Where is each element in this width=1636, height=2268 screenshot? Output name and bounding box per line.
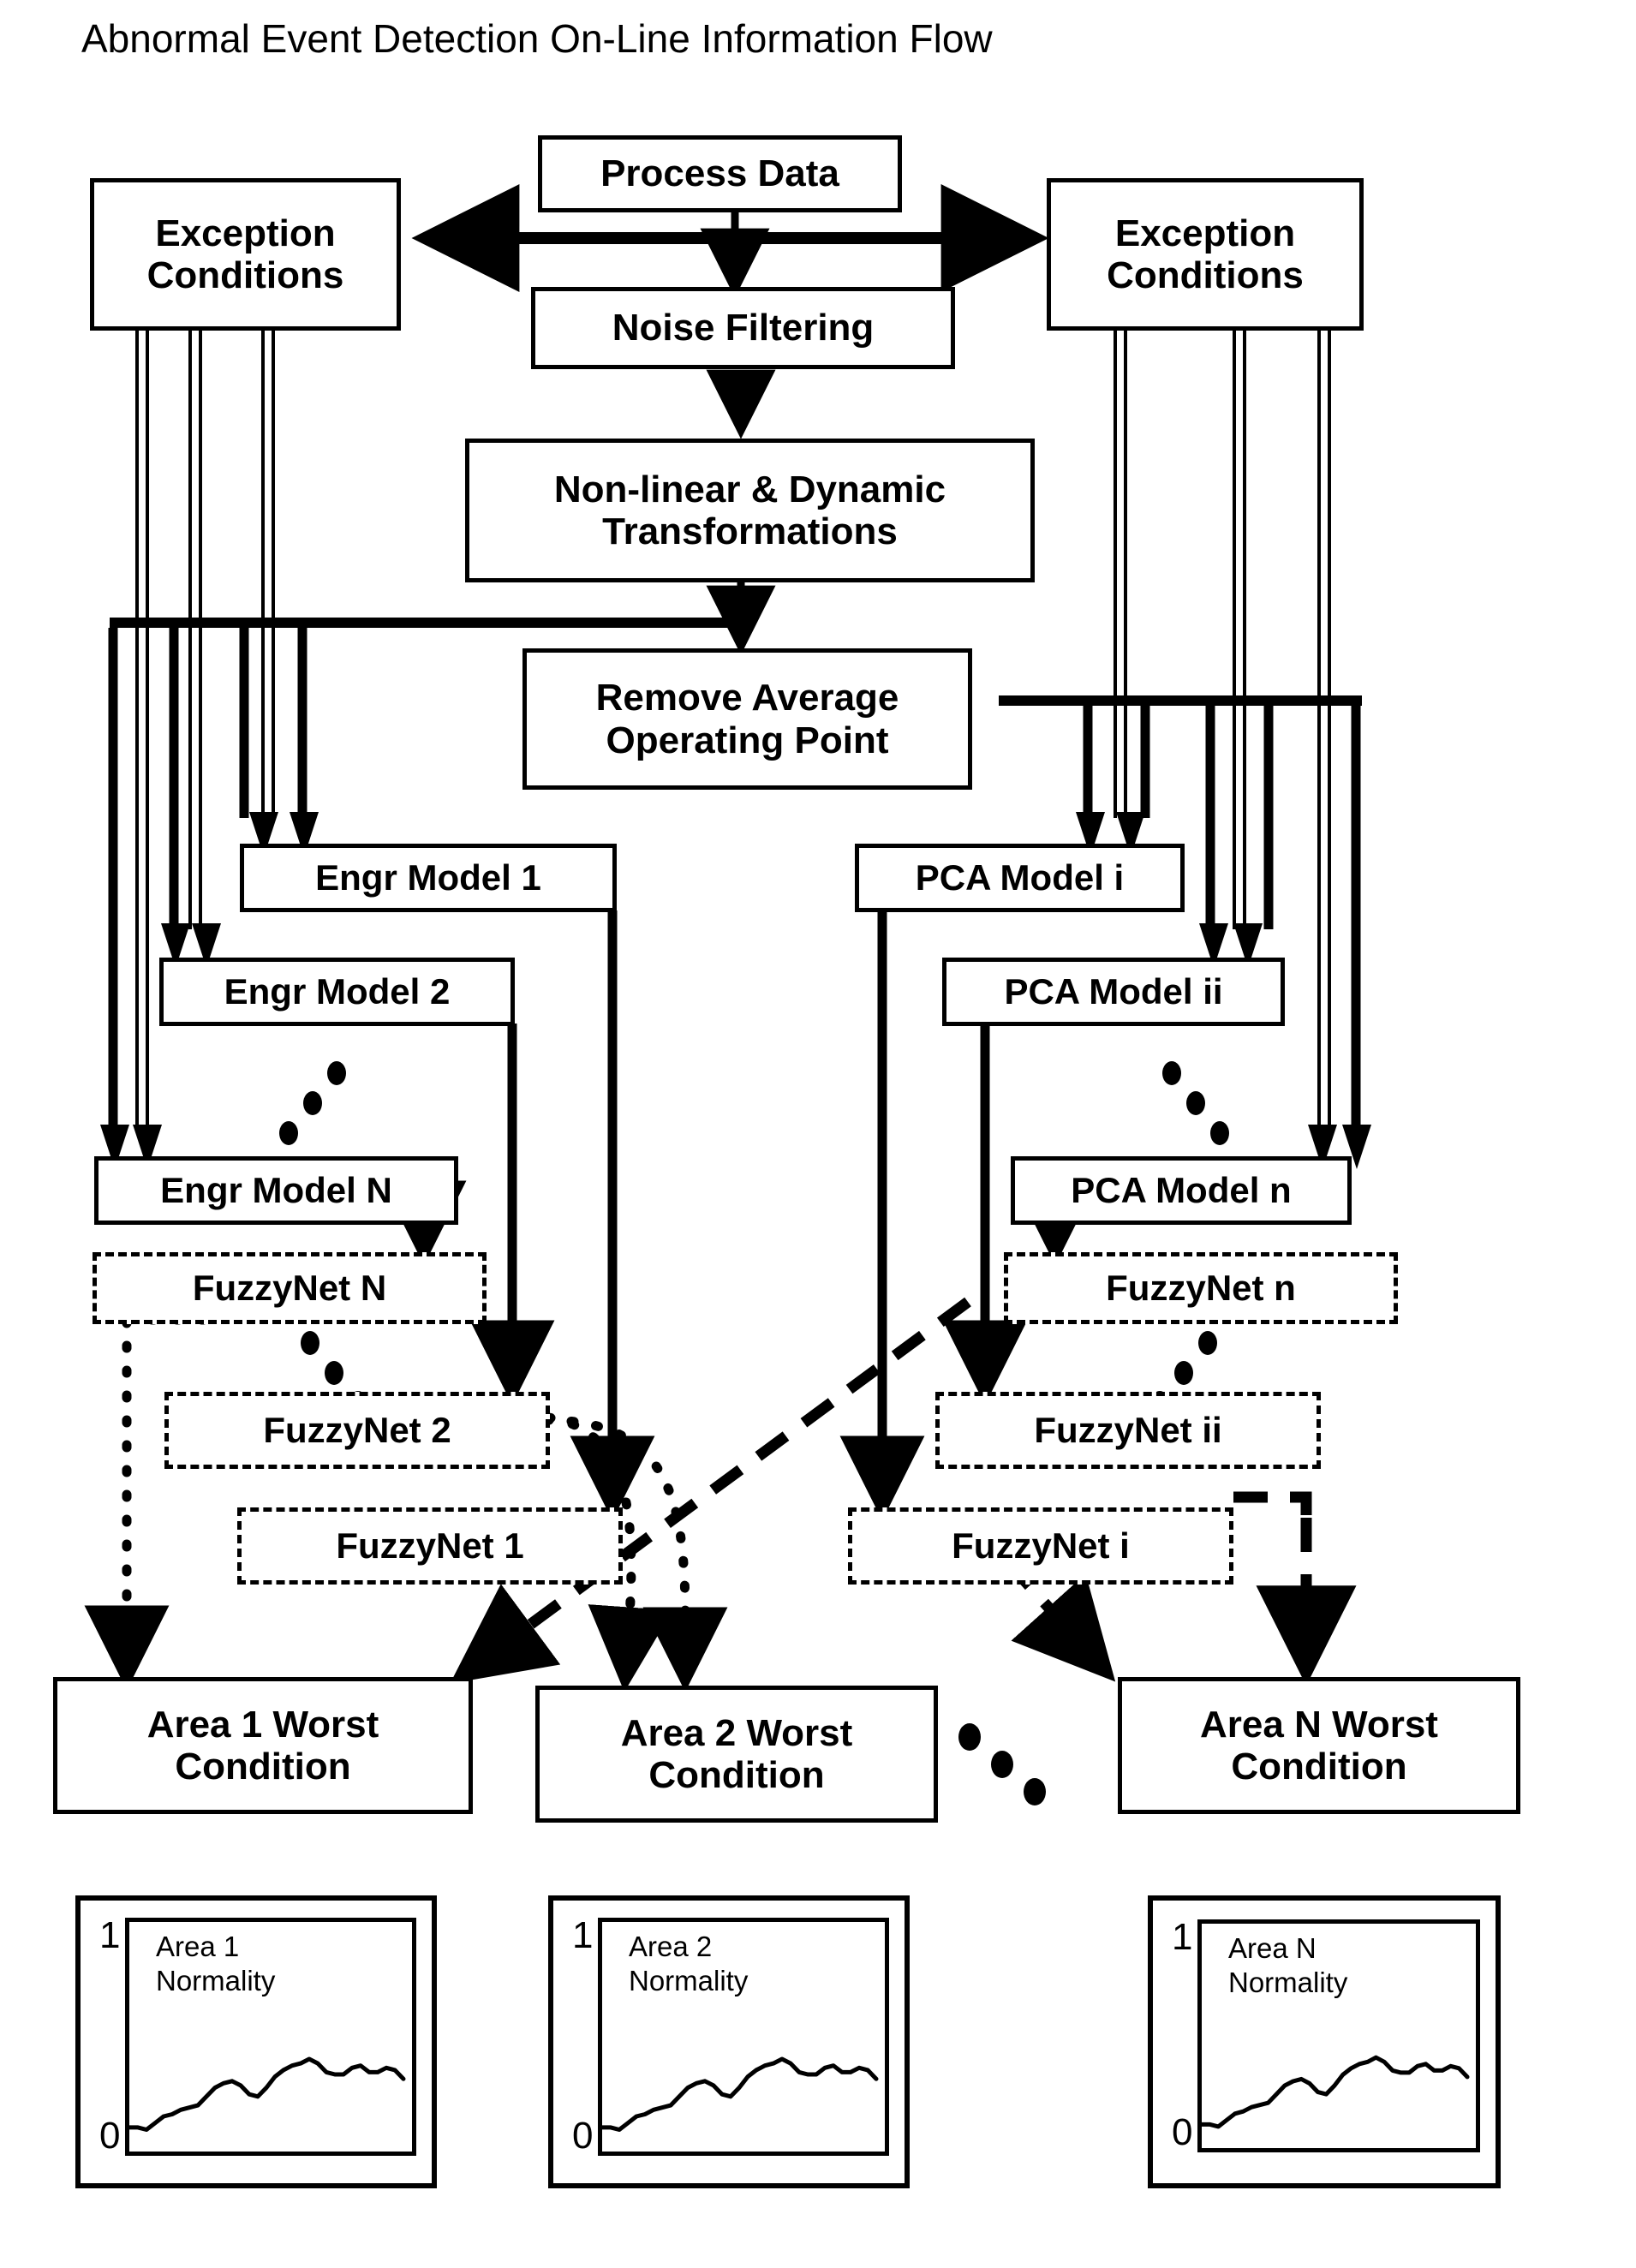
diagram-canvas: Abnormal Event Detection On-Line Informa… [0, 0, 1636, 2268]
box-fuzzynet-1-label: FuzzyNet 1 [336, 1525, 524, 1567]
chart-area-n-y-top-label: 1 [1172, 1916, 1193, 1958]
box-area-1-worst-condition[interactable]: Area 1 Worst Condition [53, 1677, 473, 1814]
box-exception-conditions-left[interactable]: Exception Conditions [90, 178, 401, 331]
chart-area-2-caption: Area 2 Normality [629, 1931, 749, 1996]
box-fuzzynet-2-label: FuzzyNet 2 [263, 1410, 451, 1451]
box-engr-model-2-label: Engr Model 2 [224, 971, 451, 1012]
chart-area-n-caption: Area N Normality [1228, 1932, 1348, 1998]
box-engr-model-1-label: Engr Model 1 [315, 857, 541, 898]
box-remove-average-label: Remove Average Operating Point [595, 677, 899, 761]
box-area-2-worst-condition-label: Area 2 Worst Condition [620, 1711, 853, 1796]
box-engr-model-1[interactable]: Engr Model 1 [240, 844, 617, 912]
box-noise-filtering-label: Noise Filtering [612, 307, 875, 349]
box-exception-conditions-right-label: Exception Conditions [1107, 212, 1304, 296]
box-exception-conditions-right[interactable]: Exception Conditions [1047, 178, 1364, 331]
box-engr-model-2[interactable]: Engr Model 2 [159, 958, 515, 1026]
box-pca-model-i[interactable]: PCA Model i [855, 844, 1185, 912]
box-pca-model-ii-label: PCA Model ii [1004, 971, 1223, 1012]
box-transformations-label: Non-linear & Dynamic Transformations [553, 468, 946, 552]
chart-area-1-y-top-label: 1 [99, 1914, 121, 1956]
box-fuzzynet-N-label: FuzzyNet N [192, 1268, 387, 1309]
box-fuzzynet-i[interactable]: FuzzyNet i [848, 1507, 1233, 1585]
box-fuzzynet-N[interactable]: FuzzyNet N [93, 1252, 487, 1324]
box-process-data-label: Process Data [600, 152, 839, 195]
box-fuzzynet-ii-label: FuzzyNet ii [1034, 1410, 1222, 1451]
box-pca-model-n[interactable]: PCA Model n [1011, 1156, 1352, 1225]
box-fuzzynet-ii[interactable]: FuzzyNet ii [935, 1392, 1321, 1469]
box-fuzzynet-1[interactable]: FuzzyNet 1 [237, 1507, 623, 1585]
box-fuzzynet-n-label: FuzzyNet n [1106, 1268, 1296, 1309]
box-remove-average[interactable]: Remove Average Operating Point [522, 648, 972, 790]
box-engr-model-n-label: Engr Model N [160, 1170, 392, 1211]
chart-area-1-y-bottom-label: 0 [99, 2115, 121, 2157]
box-engr-model-n[interactable]: Engr Model N [94, 1156, 458, 1225]
box-exception-conditions-left-label: Exception Conditions [146, 212, 344, 296]
box-area-2-worst-condition[interactable]: Area 2 Worst Condition [535, 1686, 938, 1823]
page-title: Abnormal Event Detection On-Line Informa… [81, 16, 993, 61]
chart-panel-area-1: 1 0 Area 1 Normality [75, 1895, 437, 2188]
box-noise-filtering[interactable]: Noise Filtering [531, 287, 955, 369]
box-fuzzynet-i-label: FuzzyNet i [952, 1525, 1130, 1567]
chart-panel-area-n: 1 0 Area N Normality [1148, 1895, 1501, 2188]
chart-area-2-y-bottom-label: 0 [572, 2115, 594, 2157]
chart-panel-area-2: 1 0 Area 2 Normality [548, 1895, 910, 2188]
box-transformations[interactable]: Non-linear & Dynamic Transformations [465, 439, 1035, 582]
box-fuzzynet-2[interactable]: FuzzyNet 2 [164, 1392, 550, 1469]
box-pca-model-ii[interactable]: PCA Model ii [942, 958, 1285, 1026]
box-area-n-worst-condition[interactable]: Area N Worst Condition [1118, 1677, 1520, 1814]
box-pca-model-i-label: PCA Model i [915, 857, 1125, 898]
chart-area-n-y-bottom-label: 0 [1172, 2111, 1193, 2153]
box-area-1-worst-condition-label: Area 1 Worst Condition [146, 1703, 379, 1788]
chart-area-2-y-top-label: 1 [572, 1914, 594, 1956]
box-pca-model-n-label: PCA Model n [1071, 1170, 1292, 1211]
box-area-n-worst-condition-label: Area N Worst Condition [1200, 1703, 1438, 1788]
box-process-data[interactable]: Process Data [538, 135, 902, 212]
box-fuzzynet-n[interactable]: FuzzyNet n [1004, 1252, 1398, 1324]
chart-area-1-caption: Area 1 Normality [156, 1931, 276, 1996]
